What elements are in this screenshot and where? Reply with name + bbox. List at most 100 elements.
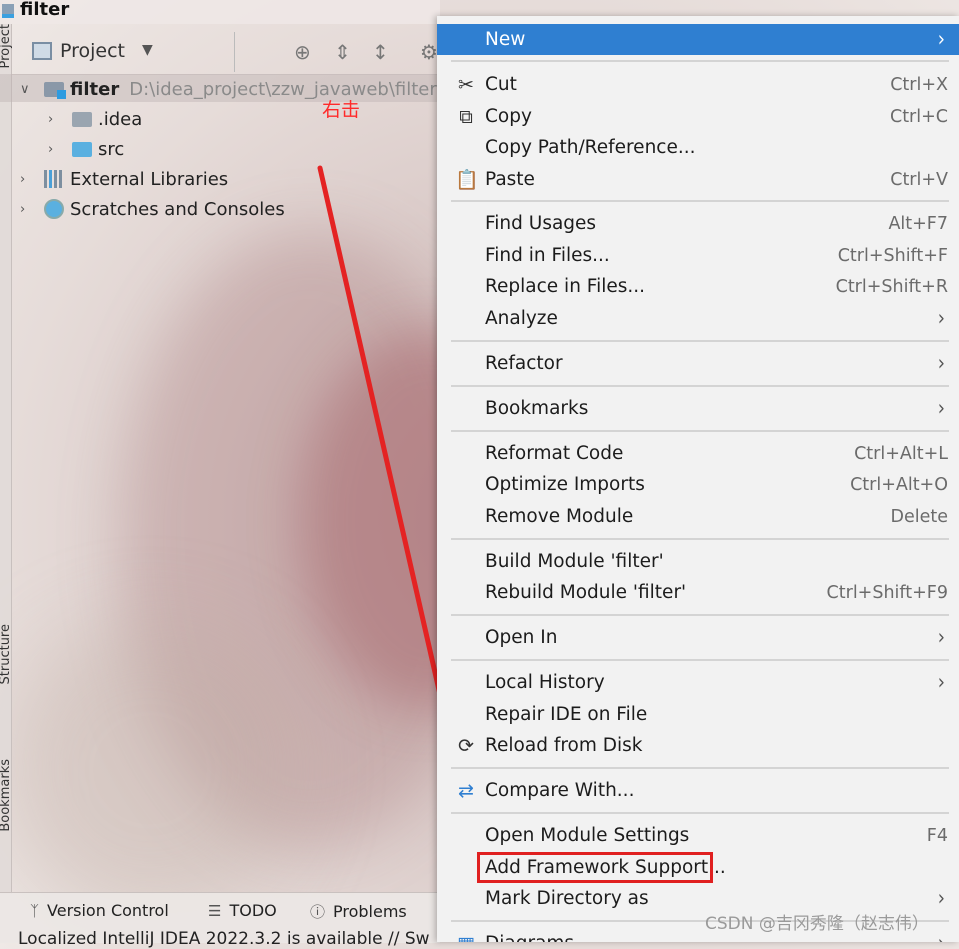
menu-separator [451,812,949,814]
reload-icon: ⟳ [458,734,474,757]
tree-item-label: src [98,138,125,160]
menu-item-new[interactable]: New › [437,24,959,55]
chevron-right-icon: › [937,395,945,422]
tab-structure[interactable]: Structure [0,624,13,684]
menu-item-shortcut: Delete [890,506,949,527]
menu-item-analyze[interactable]: Analyze › [437,303,959,334]
menu-item-label: Reformat Code [485,443,624,464]
wallpaper-shape [0,620,300,920]
bottom-tool-bar: ᛉ Version Control ☰ TODO ⓘ Problems Loca… [0,892,440,949]
chevron-right-icon: › [937,669,945,696]
menu-item-label: New [485,29,526,50]
chevron-down-icon[interactable]: ∨ [20,82,34,97]
menu-item-copy-path[interactable]: Copy Path/Reference... [437,132,959,163]
project-toolbar: Project ▼ ⊕ ⇕ ↕ ⚙ [12,30,440,75]
locate-icon[interactable]: ⊕ [294,40,311,64]
tree-item-external-libraries[interactable]: › External Libraries [20,164,228,194]
menu-item-label: Remove Module [485,506,634,527]
menu-item-shortcut: Ctrl+Alt+L [854,443,948,464]
module-folder-icon [44,81,66,99]
menu-item-label: Open In [485,627,558,648]
expand-all-icon[interactable]: ⇕ [334,40,351,64]
menu-item-paste[interactable]: 📋 Paste Ctrl+V [437,164,959,195]
menu-item-refactor[interactable]: Refactor › [437,348,959,379]
menu-item-cut[interactable]: ✂ Cut Ctrl+X [437,69,959,100]
menu-item-replace-in-files[interactable]: Replace in Files... Ctrl+Shift+R [437,271,959,302]
menu-item-find-usages[interactable]: Find Usages Alt+F7 [437,208,959,239]
tab-problems[interactable]: ⓘ Problems [310,901,407,922]
source-folder-icon [72,141,92,157]
libraries-icon [44,170,64,188]
chevron-right-icon[interactable]: › [20,172,34,187]
window-title: filter [20,0,70,20]
menu-separator [451,200,949,202]
toolbar-divider [234,32,235,72]
menu-item-build-module[interactable]: Build Module 'filter' [437,546,959,577]
title-bar: filter [0,0,440,24]
project-view-icon [32,42,52,60]
tree-item-idea[interactable]: › .idea [48,104,142,134]
menu-item-repair-ide[interactable]: Repair IDE on File [437,699,959,730]
chevron-right-icon: › [937,350,945,377]
scratches-icon [44,199,64,219]
copy-icon: ⧉ [459,105,473,128]
menu-item-label: Build Module 'filter' [485,551,664,572]
menu-item-optimize-imports[interactable]: Optimize Imports Ctrl+Alt+O [437,469,959,500]
menu-item-shortcut: Ctrl+Alt+O [850,474,948,495]
chevron-right-icon: › [937,885,945,912]
chevron-right-icon: › [937,26,945,53]
menu-item-label: Open Module Settings [485,825,690,846]
tab-todo[interactable]: ☰ TODO [208,901,277,920]
tree-item-src[interactable]: › src [48,134,124,164]
diagram-icon: ▦ [455,933,477,943]
gear-icon[interactable]: ⚙ [420,40,438,64]
chevron-right-icon[interactable]: › [20,202,34,217]
tree-item-filter[interactable]: ∨ filter D:\idea_project\zzw_javaweb\fil… [20,74,437,104]
menu-item-reload-from-disk[interactable]: ⟳ Reload from Disk [437,730,959,761]
menu-item-label: Optimize Imports [485,474,645,495]
menu-item-label: Copy [485,106,532,127]
menu-item-compare-with[interactable]: ⇄ Compare With... [437,775,959,806]
tab-label: TODO [229,901,277,920]
menu-item-open-in[interactable]: Open In › [437,622,959,653]
update-notification[interactable]: Localized IntelliJ IDEA 2022.3.2 is avai… [18,929,430,949]
tab-bookmarks[interactable]: Bookmarks [0,759,13,832]
version-control-icon: ᛉ [30,901,40,920]
menu-item-label: Find in Files... [485,245,610,266]
menu-item-label: Reload from Disk [485,735,643,756]
menu-item-remove-module[interactable]: Remove Module Delete [437,501,959,532]
chevron-right-icon: › [937,624,945,651]
menu-item-reformat-code[interactable]: Reformat Code Ctrl+Alt+L [437,438,959,469]
chevron-down-icon[interactable]: ▼ [142,42,153,58]
menu-separator [451,659,949,661]
tab-version-control[interactable]: ᛉ Version Control [30,901,169,920]
menu-item-open-module-settings[interactable]: Open Module Settings F4 [437,820,959,851]
menu-item-shortcut: Ctrl+Shift+R [835,276,948,297]
menu-item-find-in-files[interactable]: Find in Files... Ctrl+Shift+F [437,240,959,271]
menu-separator [451,767,949,769]
menu-item-label: Mark Directory as [485,888,649,909]
menu-item-label: Find Usages [485,213,597,234]
chevron-right-icon[interactable]: › [48,142,62,157]
tree-item-scratches[interactable]: › Scratches and Consoles [20,194,285,224]
menu-item-local-history[interactable]: Local History › [437,667,959,698]
menu-item-bookmarks[interactable]: Bookmarks › [437,393,959,424]
menu-item-label: Copy Path/Reference... [485,137,696,158]
menu-item-shortcut: Ctrl+Shift+F9 [826,582,948,603]
scissors-icon: ✂ [458,73,474,96]
chevron-right-icon[interactable]: › [48,112,62,127]
menu-item-label: Cut [485,74,517,95]
tree-item-label: External Libraries [70,168,229,190]
menu-separator [451,430,949,432]
menu-item-copy[interactable]: ⧉ Copy Ctrl+C [437,101,959,132]
compare-icon: ⇄ [458,779,474,802]
menu-item-label: Paste [485,169,535,190]
collapse-all-icon[interactable]: ↕ [372,40,389,64]
chevron-right-icon: › [937,305,945,332]
menu-separator [451,538,949,540]
project-view-selector[interactable]: Project [60,40,125,62]
menu-item-shortcut: Ctrl+V [890,169,948,190]
tree-item-label: filter [70,78,120,100]
menu-item-label: Repair IDE on File [485,704,648,725]
menu-item-rebuild-module[interactable]: Rebuild Module 'filter' Ctrl+Shift+F9 [437,577,959,608]
